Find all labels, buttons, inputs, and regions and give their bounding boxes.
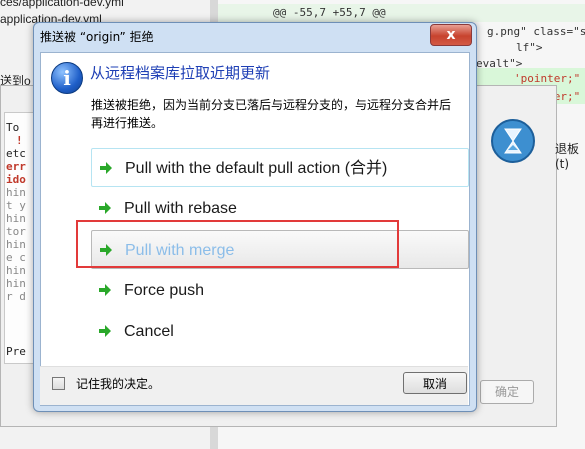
diff-line: lf"> [516, 41, 543, 54]
console-line: Pre [6, 345, 26, 358]
green-arrow-icon [99, 325, 111, 337]
console-line: e c [6, 251, 26, 264]
side-text: 退板(t) [555, 142, 580, 171]
info-icon: i [51, 62, 83, 94]
confirm-button[interactable]: 确定 [480, 380, 534, 404]
remember-label: 记住我的决定。 [76, 377, 161, 391]
console-line: hin [6, 186, 26, 199]
console-line: hin [6, 212, 26, 225]
annotation-highlight-box [76, 220, 399, 268]
close-button[interactable]: x [430, 24, 472, 46]
option-label: Pull with the default pull action (合并) [125, 160, 388, 177]
cancel-button[interactable]: 取消 [403, 372, 467, 394]
option-cancel[interactable]: Cancel [91, 312, 469, 351]
file-item[interactable]: ces/application-dev.yml [0, 0, 124, 9]
dialog-description: 推送被拒绝，因为当前分支已落后与远程分支的，与远程分支合并后再进行推送。 [91, 98, 452, 130]
console-line: To [6, 121, 20, 134]
console-line: t y [6, 199, 26, 212]
green-arrow-icon [99, 284, 111, 296]
diff-line: g.png" class="s [487, 25, 585, 38]
console-line: err [6, 160, 26, 173]
green-arrow-icon [100, 162, 112, 174]
dialog-heading: 从远程档案库拉取近期更新 [90, 64, 271, 82]
diff-hunk-header: @@ -55,7 +55,7 @@ [218, 4, 585, 22]
console-line: tor [6, 225, 26, 238]
diff-line: 'pointer;" [514, 72, 581, 85]
console-line: hin [6, 264, 26, 277]
console-line: ido [6, 173, 26, 186]
option-pull-default[interactable]: Pull with the default pull action (合并) [91, 148, 469, 187]
green-arrow-icon [99, 202, 111, 214]
hourglass-icon [491, 119, 535, 163]
remember-checkbox[interactable] [52, 377, 65, 390]
console-line: hin [6, 277, 26, 290]
option-label: Force push [124, 282, 205, 299]
console-line: ! [16, 134, 23, 147]
console-line: hin [6, 238, 26, 251]
console-line: etc [6, 147, 26, 160]
option-label: Cancel [124, 323, 174, 340]
option-force-push[interactable]: Force push [91, 271, 469, 310]
dialog-title: 推送被 “origin” 拒绝 [40, 30, 154, 44]
console-line: r d [6, 290, 26, 303]
